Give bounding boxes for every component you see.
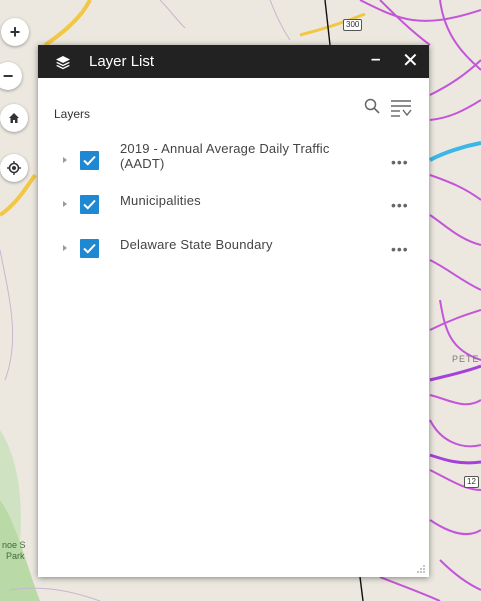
layer-checkbox[interactable]	[80, 151, 99, 170]
home-icon	[9, 113, 19, 123]
route-300-shield: 300	[343, 19, 363, 31]
minimize-button[interactable]: –	[371, 49, 380, 69]
layer-name: Delaware State Boundary	[120, 237, 273, 252]
layer-list-panel: Layer List – ✕ Layers 2019 - Annual Aver…	[38, 45, 429, 577]
panel-header[interactable]: Layer List – ✕	[38, 45, 429, 78]
layer-row-aadt[interactable]: 2019 - Annual Average Daily Traffic (AAD…	[38, 140, 429, 180]
layer-row-delaware-boundary[interactable]: Delaware State Boundary •••	[38, 234, 429, 264]
layer-row-municipalities[interactable]: Municipalities •••	[38, 190, 429, 220]
place-label: PETE	[452, 354, 480, 364]
home-button[interactable]	[0, 104, 28, 132]
layers-label: Layers	[54, 107, 91, 121]
locate-icon	[7, 161, 21, 175]
panel-title: Layer List	[89, 53, 155, 70]
expand-caret-icon[interactable]	[63, 201, 67, 207]
resize-grip-icon[interactable]	[416, 564, 426, 574]
locate-button[interactable]	[0, 154, 28, 182]
park-label-line2: Park	[6, 551, 25, 561]
expand-caret-icon[interactable]	[63, 245, 67, 251]
route-12-shield: 12	[464, 476, 479, 488]
search-icon[interactable]	[364, 98, 380, 114]
park-label-line1: noe S	[2, 540, 26, 550]
layers-icon	[56, 56, 70, 70]
close-button[interactable]: ✕	[402, 48, 419, 73]
layer-name: 2019 - Annual Average Daily Traffic (AAD…	[120, 141, 330, 171]
filter-icon[interactable]	[390, 98, 412, 118]
layer-checkbox[interactable]	[80, 239, 99, 258]
more-options-button[interactable]: •••	[391, 242, 409, 256]
checkmark-icon	[83, 199, 96, 210]
more-options-button[interactable]: •••	[391, 198, 409, 212]
layer-name: Municipalities	[120, 193, 201, 208]
checkmark-icon	[83, 155, 96, 166]
expand-caret-icon[interactable]	[63, 157, 67, 163]
layer-checkbox[interactable]	[80, 195, 99, 214]
zoom-in-button[interactable]: +	[1, 18, 29, 46]
more-options-button[interactable]: •••	[391, 155, 409, 169]
checkmark-icon	[83, 243, 96, 254]
